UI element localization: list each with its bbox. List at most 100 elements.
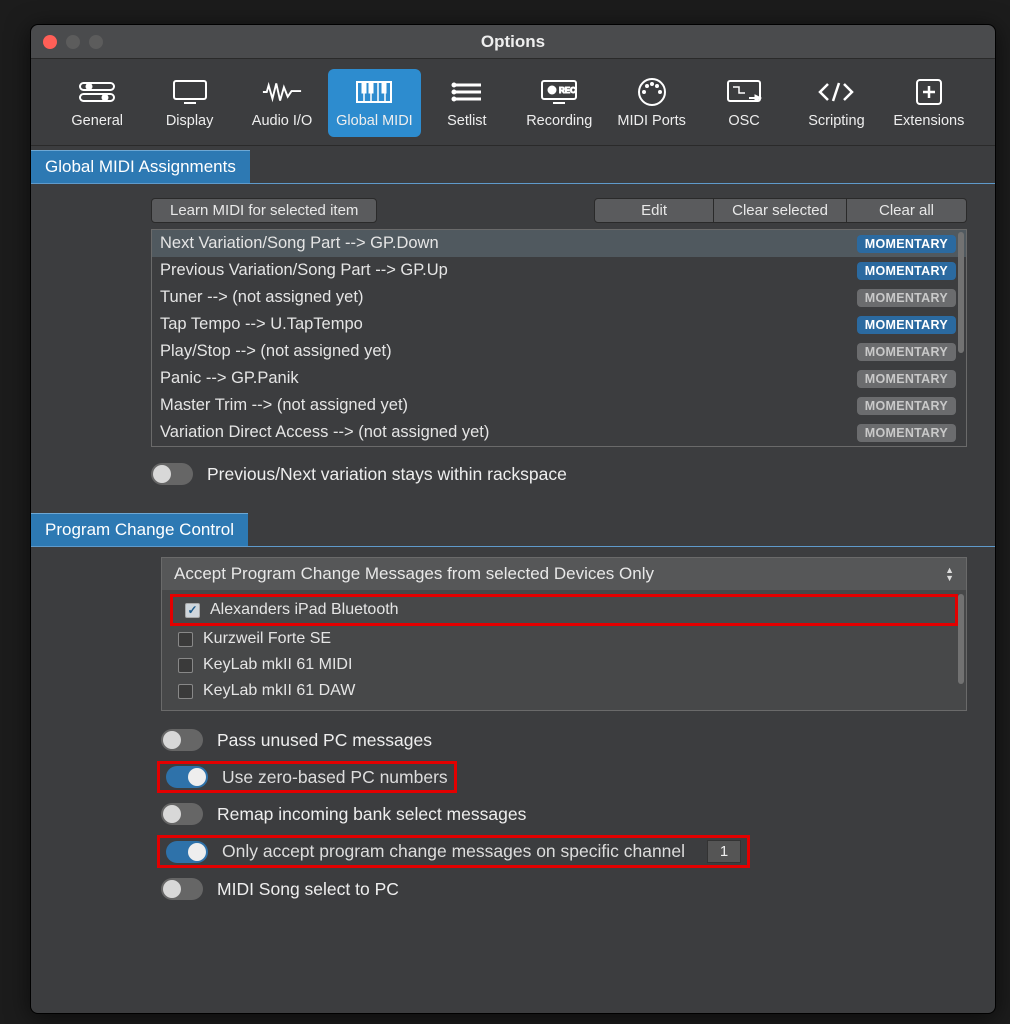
momentary-badge[interactable]: MOMENTARY xyxy=(857,316,956,334)
toggle-label: Remap incoming bank select messages xyxy=(217,804,526,825)
checkbox[interactable] xyxy=(178,684,193,699)
toggle-label: Previous/Next variation stays within rac… xyxy=(207,464,567,485)
divider xyxy=(31,546,995,547)
assignment-label: Panic --> GP.Panik xyxy=(160,369,299,388)
assignment-label: Next Variation/Song Part --> GP.Down xyxy=(160,234,439,253)
svg-text:REC: REC xyxy=(559,86,576,95)
assignment-label: Tuner --> (not assigned yet) xyxy=(160,288,363,307)
tab-label: Audio I/O xyxy=(252,113,312,129)
toggle-midi-song: MIDI Song select to PC xyxy=(31,872,995,906)
checkbox[interactable] xyxy=(185,603,200,618)
scrollbar[interactable] xyxy=(958,232,964,353)
pc-device-list: Alexanders iPad Bluetooth Kurzweil Forte… xyxy=(162,590,966,710)
learn-midi-button[interactable]: Learn MIDI for selected item xyxy=(151,198,377,223)
scrollbar[interactable] xyxy=(958,594,964,684)
zero-based-pc-toggle[interactable] xyxy=(166,766,208,788)
assignment-row[interactable]: Previous Variation/Song Part --> GP.Up MO… xyxy=(152,257,966,284)
momentary-badge[interactable]: MOMENTARY xyxy=(857,397,956,415)
close-icon[interactable] xyxy=(43,35,57,49)
edit-button[interactable]: Edit xyxy=(594,198,714,223)
assignment-row[interactable]: Tuner --> (not assigned yet) MOMENTARY xyxy=(152,284,966,311)
momentary-badge[interactable]: MOMENTARY xyxy=(857,343,956,361)
device-row[interactable]: KeyLab mkII 61 DAW xyxy=(166,678,962,704)
tab-label: Display xyxy=(166,113,214,129)
highlight-box: Use zero-based PC numbers xyxy=(157,761,457,793)
window-title: Options xyxy=(31,32,995,52)
toggle-label: Use zero-based PC numbers xyxy=(222,767,448,788)
tab-label: Recording xyxy=(526,113,592,129)
device-name: Alexanders iPad Bluetooth xyxy=(210,601,399,619)
channel-number-field[interactable] xyxy=(707,840,741,863)
checkbox[interactable] xyxy=(178,658,193,673)
midi-song-select-toggle[interactable] xyxy=(161,878,203,900)
monitor-icon xyxy=(169,77,211,107)
assignment-row[interactable]: Variation Direct Access --> (not assigne… xyxy=(152,419,966,446)
only-channel-toggle[interactable] xyxy=(166,841,208,863)
code-icon xyxy=(815,77,857,107)
momentary-badge[interactable]: MOMENTARY xyxy=(857,289,956,307)
assignment-label: Play/Stop --> (not assigned yet) xyxy=(160,342,392,361)
osc-icon xyxy=(723,77,765,107)
toggle-label: MIDI Song select to PC xyxy=(217,879,399,900)
pc-source-label: Accept Program Change Messages from sele… xyxy=(174,564,654,584)
tab-label: Extensions xyxy=(893,113,964,129)
assignment-row[interactable]: Next Variation/Song Part --> GP.Down MOME… xyxy=(152,230,966,257)
tab-global-midi[interactable]: Global MIDI xyxy=(328,69,420,137)
device-name: KeyLab mkII 61 DAW xyxy=(203,682,355,700)
momentary-badge[interactable]: MOMENTARY xyxy=(857,235,956,253)
tabbar: General Display Audio I/O Global MIDI Se… xyxy=(31,59,995,146)
section-header-pcc: Program Change Control xyxy=(31,513,248,546)
tab-extensions[interactable]: Extensions xyxy=(883,69,975,137)
assignment-label: Master Trim --> (not assigned yet) xyxy=(160,396,408,415)
pc-source-box: Accept Program Change Messages from sele… xyxy=(161,557,967,711)
highlight-box: Only accept program change messages on s… xyxy=(157,835,750,868)
tab-osc[interactable]: OSC xyxy=(698,69,790,137)
checkbox[interactable] xyxy=(178,632,193,647)
minimize-icon[interactable] xyxy=(66,35,80,49)
assignment-label: Previous Variation/Song Part --> GP.Up xyxy=(160,261,448,280)
assignments-list[interactable]: Next Variation/Song Part --> GP.Down MOME… xyxy=(151,229,967,447)
tab-label: Global MIDI xyxy=(336,113,413,129)
momentary-badge[interactable]: MOMENTARY xyxy=(857,370,956,388)
chevron-updown-icon: ▲▼ xyxy=(945,566,954,582)
pc-source-dropdown[interactable]: Accept Program Change Messages from sele… xyxy=(162,558,966,590)
stay-within-rackspace-toggle[interactable] xyxy=(151,463,193,485)
device-row[interactable]: Alexanders iPad Bluetooth xyxy=(181,599,947,621)
toggle-remap-bank: Remap incoming bank select messages xyxy=(31,797,995,831)
tab-recording[interactable]: REC Recording xyxy=(513,69,605,137)
tab-scripting[interactable]: Scripting xyxy=(790,69,882,137)
window-controls xyxy=(43,35,103,49)
clear-selected-button[interactable]: Clear selected xyxy=(714,198,847,223)
options-window: Options General Display Audio I/O Globa xyxy=(30,24,996,1014)
rec-icon: REC xyxy=(538,77,580,107)
device-name: KeyLab mkII 61 MIDI xyxy=(203,656,352,674)
tab-midi-ports[interactable]: MIDI Ports xyxy=(605,69,697,137)
midi-din-icon xyxy=(631,77,673,107)
momentary-badge[interactable]: MOMENTARY xyxy=(857,262,956,280)
device-name: Kurzweil Forte SE xyxy=(203,630,331,648)
tab-label: Scripting xyxy=(808,113,864,129)
tab-display[interactable]: Display xyxy=(143,69,235,137)
tab-audio-io[interactable]: Audio I/O xyxy=(236,69,328,137)
sliders-icon xyxy=(76,77,118,107)
device-row[interactable]: KeyLab mkII 61 MIDI xyxy=(166,652,962,678)
remap-bank-select-toggle[interactable] xyxy=(161,803,203,825)
momentary-badge[interactable]: MOMENTARY xyxy=(857,424,956,442)
assignment-row[interactable]: Tap Tempo --> U.TapTempo MOMENTARY xyxy=(152,311,966,338)
tab-label: MIDI Ports xyxy=(617,113,685,129)
gma-section: Learn MIDI for selected item Edit Clear … xyxy=(31,194,995,499)
tab-label: Setlist xyxy=(447,113,487,129)
wave-icon xyxy=(261,77,303,107)
assignment-label: Variation Direct Access --> (not assigne… xyxy=(160,423,489,442)
zoom-icon[interactable] xyxy=(89,35,103,49)
tab-general[interactable]: General xyxy=(51,69,143,137)
assignment-row[interactable]: Master Trim --> (not assigned yet) MOMENT… xyxy=(152,392,966,419)
pass-unused-pc-toggle[interactable] xyxy=(161,729,203,751)
assignment-label: Tap Tempo --> U.TapTempo xyxy=(160,315,363,334)
tab-label: General xyxy=(71,113,123,129)
assignment-row[interactable]: Play/Stop --> (not assigned yet) MOMENTAR… xyxy=(152,338,966,365)
clear-all-button[interactable]: Clear all xyxy=(847,198,967,223)
device-row[interactable]: Kurzweil Forte SE xyxy=(166,626,962,652)
tab-setlist[interactable]: Setlist xyxy=(421,69,513,137)
assignment-row[interactable]: Panic --> GP.Panik MOMENTARY xyxy=(152,365,966,392)
